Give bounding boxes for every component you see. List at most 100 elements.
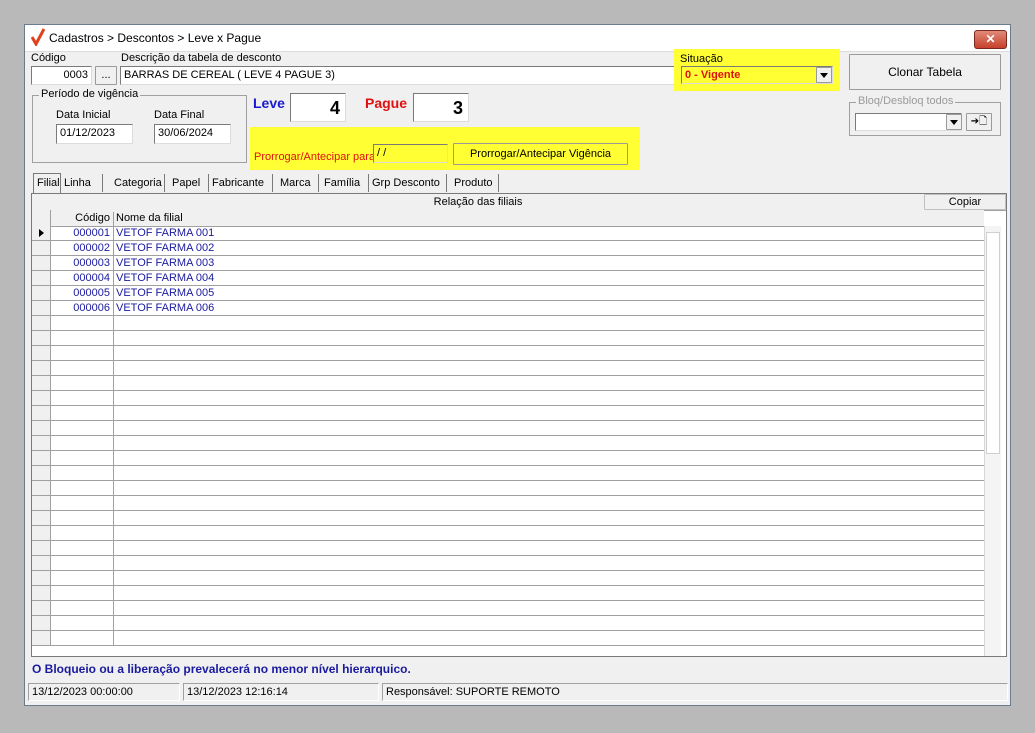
cell-nome-filial[interactable]: VETOF FARMA 004 (116, 271, 214, 285)
tab-fabricante[interactable]: Fabricante (209, 174, 273, 192)
cell-nome-filial[interactable]: VETOF FARMA 005 (116, 286, 214, 300)
tab-linha[interactable]: Linha (61, 174, 103, 192)
pague-input[interactable]: 3 (413, 93, 469, 122)
cell-codigo[interactable] (52, 496, 114, 510)
cell-codigo[interactable] (52, 481, 114, 495)
situacao-dropdown-button[interactable] (816, 67, 832, 83)
cell-codigo[interactable] (52, 601, 114, 615)
tab-grp-desconto[interactable]: Grp Desconto (369, 174, 447, 192)
cell-codigo[interactable] (52, 526, 114, 540)
cell-codigo[interactable] (52, 571, 114, 585)
cell-codigo[interactable] (52, 541, 114, 555)
data-inicial-input[interactable]: 01/12/2023 (56, 124, 133, 144)
table-row[interactable] (32, 451, 984, 466)
row-indicator[interactable] (32, 376, 51, 390)
table-row[interactable] (32, 466, 984, 481)
row-indicator[interactable] (32, 271, 51, 285)
row-indicator[interactable] (32, 496, 51, 510)
table-row[interactable] (32, 331, 984, 346)
tab-familia[interactable]: Família (321, 174, 369, 192)
table-row[interactable] (32, 481, 984, 496)
row-indicator[interactable] (32, 286, 51, 300)
row-indicator[interactable] (32, 511, 51, 525)
row-indicator[interactable] (32, 526, 51, 540)
data-final-input[interactable]: 30/06/2024 (154, 124, 231, 144)
row-indicator[interactable] (32, 421, 51, 435)
row-indicator[interactable] (32, 331, 51, 345)
row-indicator[interactable] (32, 451, 51, 465)
table-row[interactable] (32, 601, 984, 616)
table-row[interactable] (32, 571, 984, 586)
cell-codigo[interactable] (52, 616, 114, 630)
table-row[interactable]: 000001 VETOF FARMA 001 (32, 226, 984, 241)
row-indicator[interactable] (32, 226, 51, 240)
row-indicator[interactable] (32, 601, 51, 615)
cell-codigo[interactable] (52, 586, 114, 600)
row-indicator[interactable] (32, 301, 51, 315)
cell-nome-filial[interactable]: VETOF FARMA 002 (116, 241, 214, 255)
table-row[interactable] (32, 346, 984, 361)
cell-codigo[interactable] (52, 451, 114, 465)
table-row[interactable] (32, 421, 984, 436)
tab-produto[interactable]: Produto (451, 174, 499, 192)
cell-codigo[interactable] (52, 316, 114, 330)
prorrogar-button[interactable]: Prorrogar/Antecipar Vigência (453, 143, 628, 165)
situacao-select[interactable]: 0 - Vigente (681, 66, 833, 84)
table-row[interactable]: 000005 VETOF FARMA 005 (32, 286, 984, 301)
cell-codigo[interactable]: 000003 (52, 256, 114, 270)
close-button[interactable]: ✕ (974, 30, 1007, 49)
row-indicator[interactable] (32, 586, 51, 600)
cell-codigo[interactable]: 000005 (52, 286, 114, 300)
table-row[interactable] (32, 526, 984, 541)
table-row[interactable] (32, 541, 984, 556)
cell-codigo[interactable] (52, 631, 114, 645)
cell-codigo[interactable] (52, 511, 114, 525)
table-row[interactable] (32, 511, 984, 526)
descricao-input[interactable]: BARRAS DE CEREAL ( LEVE 4 PAGUE 3) (120, 66, 675, 85)
cell-nome-filial[interactable]: VETOF FARMA 001 (116, 226, 214, 240)
row-indicator[interactable] (32, 571, 51, 585)
row-indicator[interactable] (32, 541, 51, 555)
row-indicator[interactable] (32, 241, 51, 255)
vertical-scrollbar[interactable] (984, 226, 1001, 656)
row-indicator[interactable] (32, 481, 51, 495)
cell-codigo[interactable] (52, 436, 114, 450)
row-indicator[interactable] (32, 346, 51, 360)
cell-codigo[interactable] (52, 331, 114, 345)
filiais-grid[interactable]: Relação das filiais Copiar Código Nome d… (31, 193, 1007, 657)
copiar-button[interactable]: Copiar (924, 194, 1006, 210)
cell-codigo[interactable] (52, 466, 114, 480)
cell-codigo[interactable] (52, 376, 114, 390)
table-row[interactable] (32, 436, 984, 451)
cell-codigo[interactable] (52, 361, 114, 375)
row-indicator[interactable] (32, 616, 51, 630)
table-row[interactable] (32, 616, 984, 631)
row-indicator[interactable] (32, 391, 51, 405)
cell-nome-filial[interactable]: VETOF FARMA 003 (116, 256, 214, 270)
table-row[interactable] (32, 316, 984, 331)
codigo-input[interactable]: 0003 (31, 66, 92, 85)
row-indicator[interactable] (32, 631, 51, 645)
tab-marca[interactable]: Marca (277, 174, 319, 192)
tab-filial[interactable]: Filial (33, 173, 61, 193)
cell-codigo[interactable] (52, 391, 114, 405)
table-row[interactable]: 000003 VETOF FARMA 003 (32, 256, 984, 271)
table-row[interactable] (32, 496, 984, 511)
row-indicator[interactable] (32, 316, 51, 330)
cell-codigo[interactable] (52, 556, 114, 570)
table-row[interactable] (32, 361, 984, 376)
table-row[interactable] (32, 556, 984, 571)
tab-papel[interactable]: Papel (169, 174, 209, 192)
cell-codigo[interactable] (52, 346, 114, 360)
column-nome-filial[interactable]: Nome da filial (116, 212, 183, 224)
row-indicator[interactable] (32, 556, 51, 570)
leve-input[interactable]: 4 (290, 93, 346, 122)
table-row[interactable]: 000006 VETOF FARMA 006 (32, 301, 984, 316)
scrollbar-thumb[interactable] (986, 232, 1000, 454)
row-indicator[interactable] (32, 256, 51, 270)
cell-codigo[interactable] (52, 406, 114, 420)
row-indicator[interactable] (32, 406, 51, 420)
prorrogar-date-input[interactable]: / / (373, 144, 448, 163)
cell-codigo[interactable]: 000006 (52, 301, 114, 315)
cell-nome-filial[interactable]: VETOF FARMA 006 (116, 301, 214, 315)
